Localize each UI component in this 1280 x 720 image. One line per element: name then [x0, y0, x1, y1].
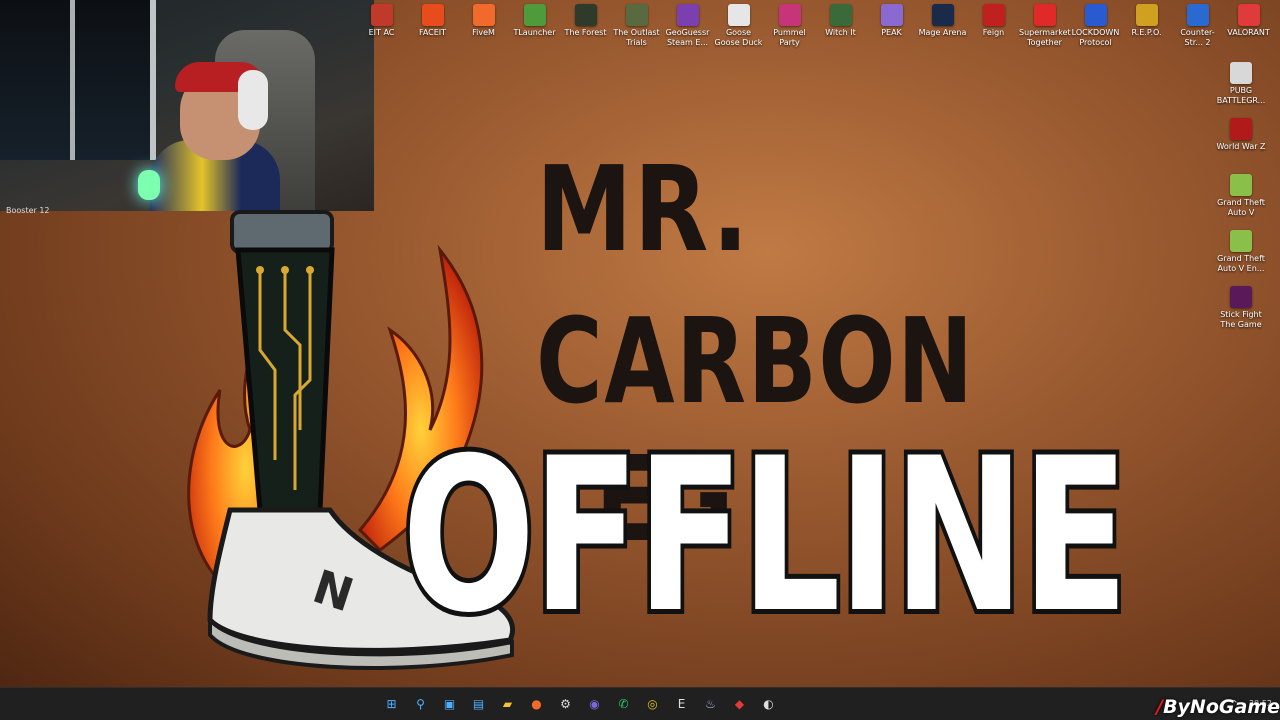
desktop-icons-right-column: PUBG BATTLEGR... World War Z Grand Theft A… — [1204, 62, 1278, 342]
epic-games-icon[interactable]: E — [671, 693, 693, 715]
desktop-shortcut-label: Grand Theft Auto V En... — [1217, 254, 1265, 273]
desktop-shortcut-label: R.E.P.O. — [1131, 28, 1162, 37]
supermarket-together-icon — [1033, 4, 1056, 26]
desktop-shortcut-label: GeoGuessr Steam E... — [665, 28, 710, 47]
mage-arena-icon — [931, 4, 954, 26]
gta-v-icon — [1230, 174, 1252, 196]
widgets-icon[interactable]: ▤ — [468, 693, 490, 715]
search-icon[interactable]: ⚲ — [410, 693, 432, 715]
faceit-taskbar-icon[interactable]: ◆ — [729, 693, 751, 715]
taskbar: ⊞ ⚲ ▣ ▤ ▰ ● ⚙ ◉ ✆ ◎ E ♨ ◆ ◐ ⌃ 20:52 — [0, 687, 1280, 720]
desktop-shortcut-label: Goose Goose Duck — [714, 28, 763, 47]
desktop-shortcut-counter-strike-2[interactable]: Counter-Str... 2 — [1172, 4, 1223, 48]
desktop-shortcut-label: World War Z — [1216, 142, 1266, 151]
desktop-shortcut-the-forest[interactable]: The Forest — [560, 4, 611, 48]
desktop-shortcut-label: Pummel Party — [773, 28, 806, 47]
desktop-shortcut-supermarket-together[interactable]: Supermarket Together — [1019, 4, 1071, 48]
discord-icon[interactable]: ◉ — [584, 693, 606, 715]
offline-heading: OFFLINE — [398, 412, 1132, 659]
fivem-icon — [472, 4, 495, 26]
peak-icon — [880, 4, 903, 26]
lockdown-protocol-icon — [1084, 4, 1107, 26]
desktop-shortcut-label: TLauncher — [513, 28, 556, 37]
faceit-icon — [421, 4, 444, 26]
title-line-mr: MR. — [536, 140, 751, 278]
webcam-headphone — [238, 70, 268, 130]
desktop-shortcut-peak[interactable]: PEAK — [866, 4, 917, 48]
webcam-caption: Booster 12 — [6, 206, 50, 215]
desktop-shortcut-label: Feign — [982, 28, 1005, 37]
desktop-shortcut-faceit-ac[interactable]: EIT AC — [356, 4, 407, 48]
outlast-trials-icon — [625, 4, 648, 26]
desktop-shortcut-label: Stick Fight The Game — [1220, 310, 1262, 329]
whatsapp-icon[interactable]: ✆ — [613, 693, 635, 715]
webcam-window-background — [0, 0, 156, 160]
desktop-shortcut-label: Counter-Str... 2 — [1180, 28, 1215, 47]
file-explorer-icon[interactable]: ▰ — [497, 693, 519, 715]
valorant-icon — [1237, 4, 1260, 26]
desktop-shortcut-fivem[interactable]: FiveM — [458, 4, 509, 48]
desktop-shortcut-label: EIT AC — [368, 28, 395, 37]
desktop-shortcut-gta-v[interactable]: Grand Theft Auto V — [1204, 174, 1278, 230]
gta-v-enhanced-icon — [1230, 230, 1252, 252]
watermark-text: ByNoGame — [1163, 696, 1280, 718]
desktop-shortcut-mage-arena[interactable]: Mage Arena — [917, 4, 968, 48]
firefox-icon[interactable]: ● — [526, 693, 548, 715]
geoguessr-icon — [676, 4, 699, 26]
leg-socket — [230, 210, 334, 254]
watermark: /ByNoGame — [1156, 696, 1280, 718]
desktop-shortcut-label: PUBG BATTLEGR... — [1216, 86, 1266, 105]
desktop-shortcut-witch-it[interactable]: Witch It — [815, 4, 866, 48]
desktop-shortcut-geoguessr[interactable]: GeoGuessr Steam E... — [662, 4, 713, 48]
the-forest-icon — [574, 4, 597, 26]
world-war-z-icon — [1230, 118, 1252, 140]
desktop-shortcut-label: Witch It — [825, 28, 856, 37]
desktop-shortcut-tlauncher[interactable]: TLauncher — [509, 4, 560, 48]
webcam-mic-light — [138, 170, 160, 200]
settings-icon[interactable]: ⚙ — [555, 693, 577, 715]
steam-icon[interactable]: ♨ — [700, 693, 722, 715]
desktop-shortcut-label: FiveM — [472, 28, 495, 37]
desktop-shortcut-feign[interactable]: Feign — [968, 4, 1019, 48]
desktop-shortcut-label: LOCKDOWN Protocol — [1071, 28, 1120, 47]
goose-goose-duck-icon — [727, 4, 750, 26]
desktop-shortcut-label: The Outlast Trials — [613, 28, 660, 47]
desktop-shortcut-stick-fight[interactable]: Stick Fight The Game — [1204, 286, 1278, 342]
desktop-shortcut-label: Grand Theft Auto V — [1217, 198, 1265, 217]
desktop-shortcut-lockdown-protocol[interactable]: LOCKDOWN Protocol — [1070, 4, 1121, 48]
pubg-icon — [1230, 62, 1252, 84]
desktop-shortcut-world-war-z[interactable]: World War Z — [1204, 118, 1278, 174]
chrome-icon[interactable]: ◎ — [642, 693, 664, 715]
faceit-ac-icon — [370, 4, 393, 26]
start-icon[interactable]: ⊞ — [381, 693, 403, 715]
counter-strike-2-icon — [1186, 4, 1209, 26]
desktop-shortcut-label: VALORANT — [1227, 28, 1270, 37]
stick-fight-icon — [1230, 286, 1252, 308]
desktop-shortcut-pubg[interactable]: PUBG BATTLEGR... — [1204, 62, 1278, 118]
obs-icon[interactable]: ◐ — [758, 693, 780, 715]
desktop-shortcut-label: PEAK — [881, 28, 902, 37]
desktop-shortcut-repo[interactable]: R.E.P.O. — [1121, 4, 1172, 48]
desktop-shortcut-goose-goose-duck[interactable]: Goose Goose Duck — [713, 4, 764, 48]
desktop-shortcut-gta-v-enhanced[interactable]: Grand Theft Auto V En... — [1204, 230, 1278, 286]
desktop-icons-top-row: EIT AC FACEIT FiveM TLauncher The Forest The … — [356, 4, 1274, 48]
desktop-shortcut-pummel-party[interactable]: Pummel Party — [764, 4, 815, 48]
feign-icon — [982, 4, 1005, 26]
repo-icon — [1135, 4, 1158, 26]
pummel-party-icon — [778, 4, 801, 26]
desktop-shortcut-label: FACEIT — [418, 28, 447, 37]
desktop-shortcut-faceit[interactable]: FACEIT — [407, 4, 458, 48]
taskbar-pinned-apps: ⊞ ⚲ ▣ ▤ ▰ ● ⚙ ◉ ✆ ◎ E ♨ ◆ ◐ — [381, 693, 780, 715]
desktop-shortcut-valorant[interactable]: VALORANT — [1223, 4, 1274, 48]
desktop-shortcut-label: The Forest — [564, 28, 607, 37]
desktop-shortcut-outlast-trials[interactable]: The Outlast Trials — [611, 4, 662, 48]
tlauncher-icon — [523, 4, 546, 26]
desktop-shortcut-label: Supermarket Together — [1019, 28, 1071, 47]
desktop-shortcut-label: Mage Arena — [918, 28, 967, 37]
witch-it-icon — [829, 4, 852, 26]
task-view-icon[interactable]: ▣ — [439, 693, 461, 715]
